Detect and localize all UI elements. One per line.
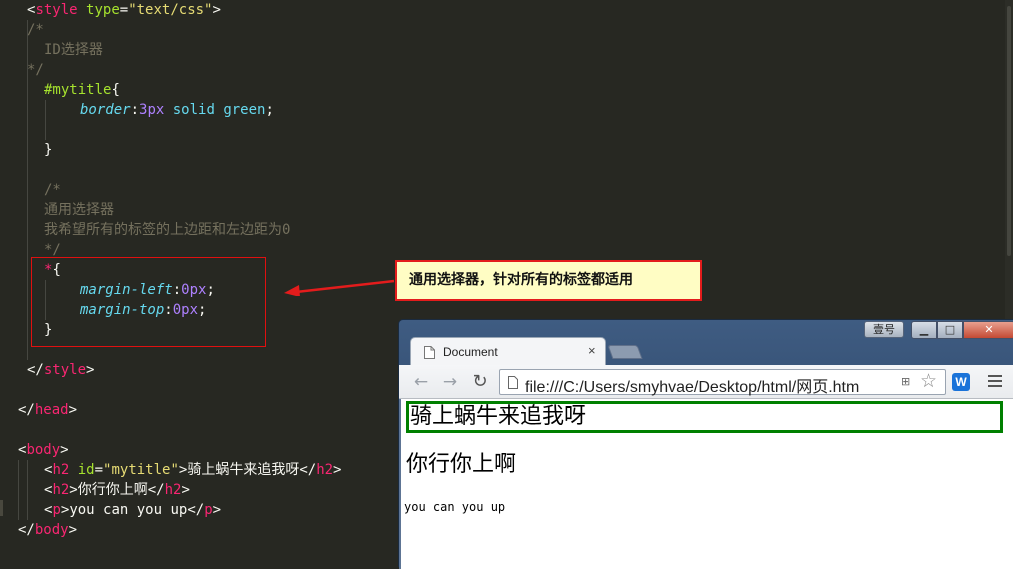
indent-guide bbox=[27, 460, 28, 520]
code-line[interactable]: /* bbox=[44, 180, 61, 200]
page-heading-mytitle: 骑上蜗牛来追我呀 bbox=[406, 401, 1003, 433]
scrollbar-thumb[interactable] bbox=[1007, 6, 1011, 256]
page-paragraph: you can you up bbox=[404, 500, 506, 514]
tab-title: Document bbox=[443, 345, 498, 359]
annotation-arrow bbox=[284, 279, 395, 296]
code-line[interactable]: </head> bbox=[18, 400, 77, 420]
page-viewport: 骑上蜗牛来追我呀 你行你上啊 you can you up bbox=[399, 399, 1013, 569]
maximize-button[interactable]: □ bbox=[937, 321, 963, 339]
new-tab-button[interactable] bbox=[607, 345, 643, 359]
translate-icon[interactable]: ⊞ bbox=[901, 375, 915, 389]
code-line[interactable]: /* bbox=[27, 20, 44, 40]
code-line[interactable]: </style> bbox=[27, 360, 94, 380]
browser-window[interactable]: Document × 壹号 ▁ □ ✕ ← → ↻ file:///C:/Use… bbox=[398, 319, 1013, 569]
code-line[interactable]: #mytitle{ bbox=[44, 80, 120, 100]
code-line[interactable]: border:3px solid green; bbox=[80, 100, 274, 120]
code-line[interactable]: <h2>你行你上啊</h2> bbox=[44, 480, 190, 500]
forward-arrow-icon[interactable]: → bbox=[440, 372, 460, 392]
close-tab-icon[interactable]: × bbox=[588, 343, 596, 358]
gutter-marker bbox=[0, 500, 3, 516]
window-controls: ▁ □ ✕ bbox=[911, 321, 1013, 339]
code-line[interactable]: } bbox=[44, 140, 52, 160]
code-line[interactable]: 我希望所有的标签的上边距和左边距为0 bbox=[44, 220, 290, 240]
code-line[interactable]: <style type="text/css"> bbox=[27, 0, 221, 20]
annotation-callout: 通用选择器，针对所有的标签都适用 bbox=[395, 260, 702, 301]
code-line[interactable]: <p>you can you up</p> bbox=[44, 500, 221, 520]
url-text[interactable]: file:///C:/Users/smyhvae/Desktop/html/网页… bbox=[525, 373, 895, 397]
extension-icon[interactable]: W bbox=[952, 373, 970, 391]
back-arrow-icon[interactable]: ← bbox=[411, 372, 431, 392]
code-line[interactable]: 通用选择器 bbox=[44, 200, 114, 220]
indent-guide bbox=[18, 460, 19, 520]
code-line[interactable]: <h2 id="mytitle">骑上蜗牛来追我呀</h2> bbox=[44, 460, 341, 480]
page-icon bbox=[424, 346, 435, 359]
code-line[interactable]: </body> bbox=[18, 520, 77, 540]
address-bar[interactable]: file:///C:/Users/smyhvae/Desktop/html/网页… bbox=[499, 369, 946, 397]
indent-guide bbox=[45, 100, 46, 140]
browser-toolbar: ← → ↻ file:///C:/Users/smyhvae/Desktop/h… bbox=[399, 365, 1013, 399]
code-line[interactable]: <body> bbox=[18, 440, 69, 460]
tab-document[interactable]: Document × bbox=[410, 337, 606, 366]
page-icon bbox=[508, 376, 518, 389]
close-window-button[interactable]: ✕ bbox=[963, 321, 1013, 339]
reload-icon[interactable]: ↻ bbox=[470, 372, 490, 392]
page-heading-second: 你行你上啊 bbox=[406, 452, 517, 477]
code-line[interactable]: ID选择器 bbox=[44, 40, 103, 60]
bookmark-star-icon[interactable]: ☆ bbox=[920, 370, 937, 392]
annotation-highlight-box bbox=[31, 257, 266, 347]
profile-button[interactable]: 壹号 bbox=[864, 321, 904, 338]
code-line[interactable]: */ bbox=[27, 60, 44, 80]
menu-icon[interactable] bbox=[988, 375, 1002, 389]
minimize-button[interactable]: ▁ bbox=[911, 321, 937, 339]
